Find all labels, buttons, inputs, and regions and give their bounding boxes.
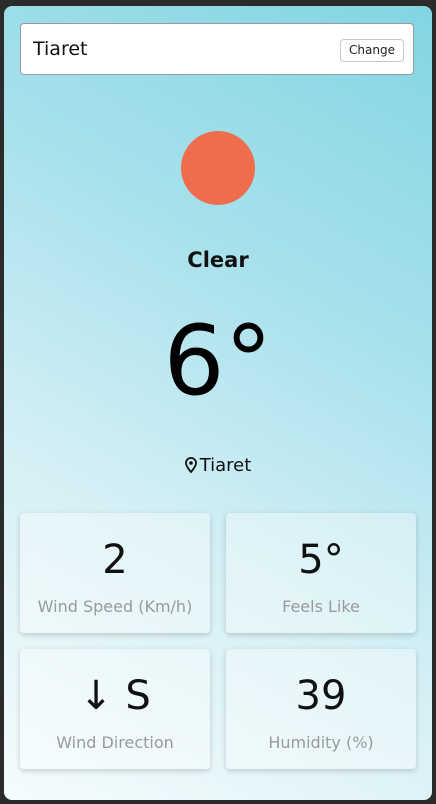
city-input[interactable] — [33, 34, 333, 64]
temperature: 6° — [163, 305, 273, 417]
wind-direction-label: Wind Direction — [56, 733, 174, 752]
sun-icon — [181, 131, 255, 205]
search-bar: Change — [20, 23, 414, 75]
feels-like-card: 5° Feels Like — [226, 513, 416, 633]
location-name: Tiaret — [199, 455, 252, 476]
weather-app: Change Clear 6° Tiaret 2 Wind Speed (Km/… — [4, 6, 432, 800]
change-button[interactable]: Change — [340, 39, 404, 62]
map-pin-icon — [184, 457, 197, 473]
wind-speed-card: 2 Wind Speed (Km/h) — [20, 513, 210, 633]
feels-like-value: 5° — [298, 537, 344, 583]
wind-speed-value: 2 — [102, 537, 128, 583]
wind-direction-value: ↓ S — [79, 673, 151, 719]
location: Tiaret — [4, 455, 432, 476]
wind-speed-label: Wind Speed (Km/h) — [37, 597, 193, 616]
weather-condition: Clear — [187, 248, 249, 272]
humidity-value: 39 — [295, 673, 347, 719]
feels-like-label: Feels Like — [282, 597, 360, 616]
humidity-label: Humidity (%) — [268, 733, 374, 752]
wind-direction-card: ↓ S Wind Direction — [20, 649, 210, 769]
humidity-card: 39 Humidity (%) — [226, 649, 416, 769]
